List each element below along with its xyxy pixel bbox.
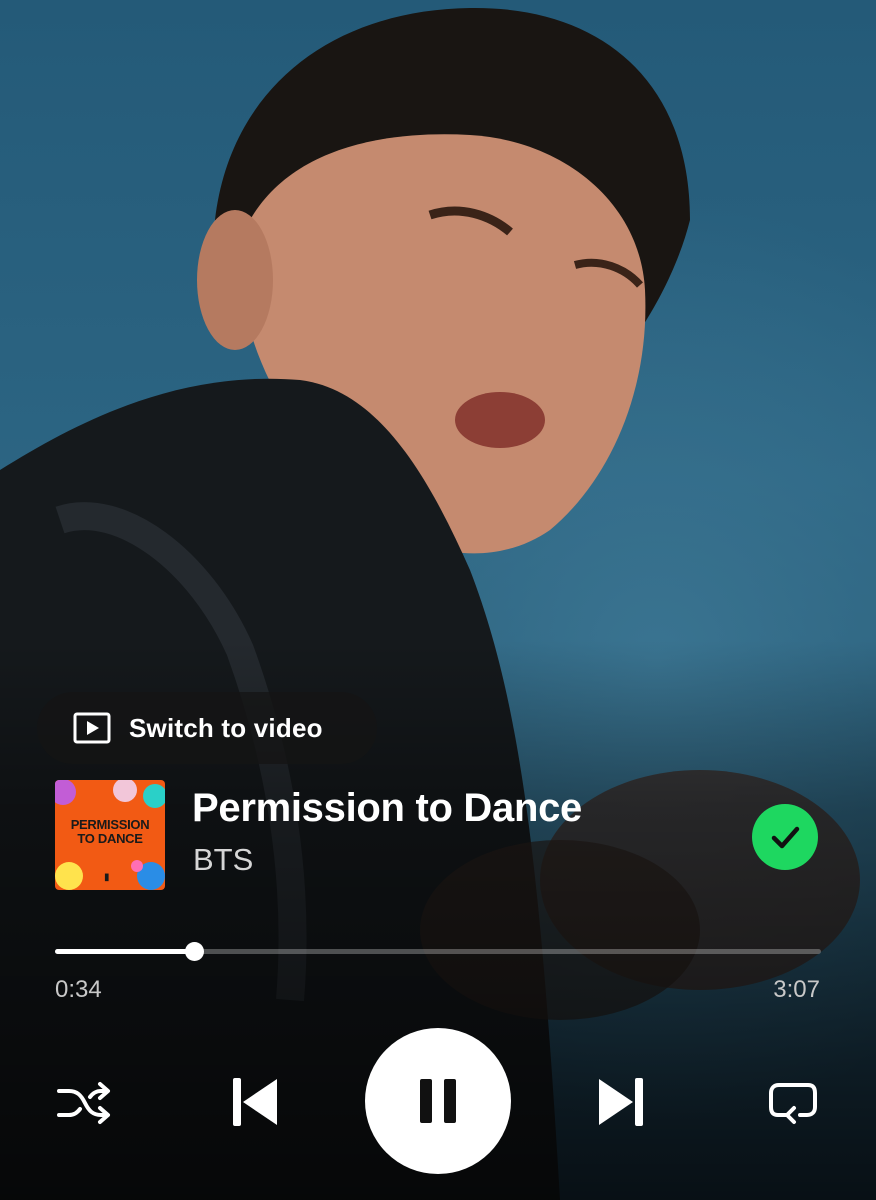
checkmark-icon [771, 826, 800, 849]
pause-icon [420, 1079, 456, 1123]
video-play-icon [73, 712, 111, 744]
next-track-button[interactable] [586, 1066, 658, 1138]
skip-previous-icon [233, 1078, 277, 1126]
now-playing-screen: Switch to video PERMISSION TO DANCE ▮ Pe… [0, 0, 876, 1200]
skip-next-icon [599, 1078, 643, 1126]
previous-track-button[interactable] [218, 1066, 290, 1138]
bts-logo-icon: ▮ [104, 872, 110, 883]
total-duration: 3:07 [773, 976, 820, 1003]
album-cover-title-line2: TO DANCE [77, 831, 143, 846]
liked-checkmark-button[interactable] [752, 804, 818, 870]
shuffle-button[interactable] [50, 1070, 116, 1136]
repeat-icon [769, 1083, 817, 1124]
track-title[interactable]: Permission to Dance [192, 786, 582, 831]
switch-to-video-button[interactable]: Switch to video [37, 692, 377, 764]
album-cover-title: PERMISSION TO DANCE [55, 818, 165, 846]
elapsed-time: 0:34 [55, 976, 102, 1003]
progress-bar[interactable] [55, 942, 821, 961]
repeat-button[interactable] [760, 1068, 826, 1134]
pause-button[interactable] [365, 1028, 511, 1174]
track-artist[interactable]: BTS [193, 842, 253, 878]
switch-to-video-label: Switch to video [129, 712, 323, 743]
progress-bar-fill [55, 949, 195, 954]
album-cover-title-line1: PERMISSION [70, 817, 150, 832]
album-cover[interactable]: PERMISSION TO DANCE ▮ [55, 780, 165, 890]
shuffle-icon [57, 1082, 110, 1124]
